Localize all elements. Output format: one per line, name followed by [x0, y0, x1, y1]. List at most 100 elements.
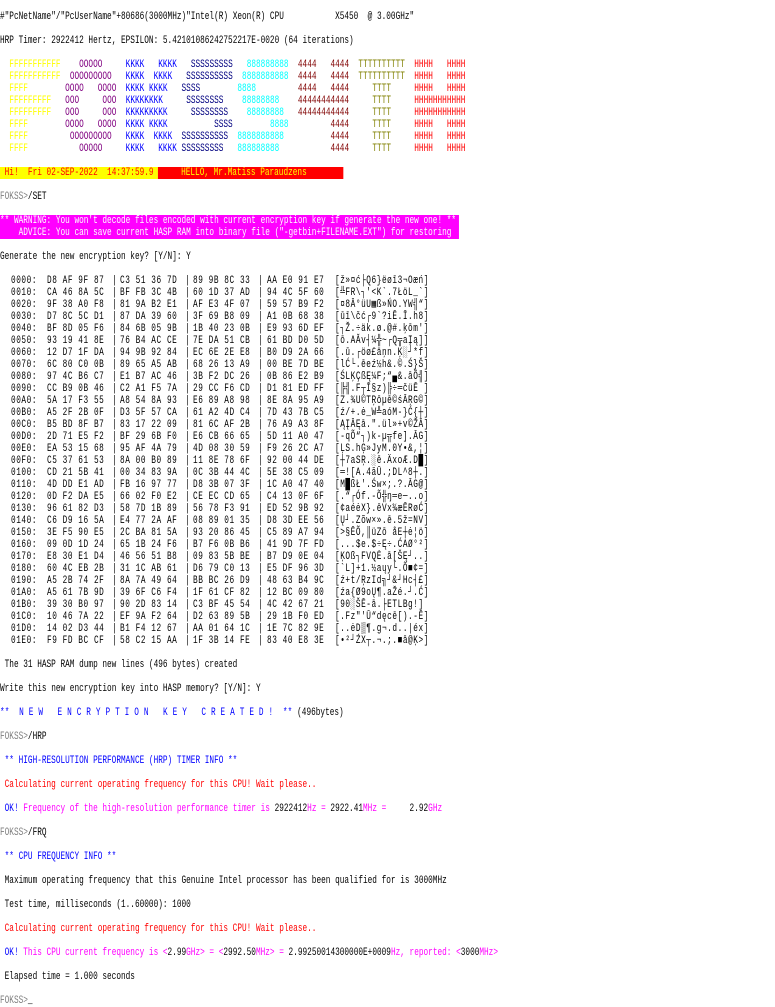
dump-row: 0050: 93 19 41 8E 76 B4 AC CE 7E DA 51 CB 61…: [0, 335, 775, 347]
banner-glyph: [349, 143, 372, 155]
key-created-banner: ** N E W E N C R Y P T I O N K E Y C R E…: [0, 707, 293, 719]
prompt-label: FOKSS>: [0, 995, 28, 1007]
banner-glyph: OOOOO: [79, 59, 103, 71]
banner-glyph: OOO: [102, 107, 117, 119]
mhz-value: 2992.50: [223, 947, 256, 959]
dump-hex-group: 2C BA 81 5A: [119, 527, 178, 539]
dump-separator: |: [111, 371, 118, 383]
banner-glyph: KKKK: [125, 119, 145, 131]
dump-row: 0020: 9F 38 A0 F8 81 9A B2 E1 AF E3 4F 07 59…: [0, 299, 775, 311]
banner-row: FFFF OOOOOOOOO KKKK KKKK SSSSSSSSSS 8888…: [0, 131, 775, 143]
dump-ascii: [`L]+1.½aųy└.Õ■¢=]: [334, 563, 429, 575]
dump-hex-group: 7D 43 7B C5: [266, 407, 325, 419]
banner-glyph: [177, 59, 191, 71]
dump-hex-group: 59 57 B9 F2: [266, 299, 325, 311]
dump-separator: |: [184, 503, 191, 515]
dump-separator: |: [111, 359, 118, 371]
dump-separator: |: [184, 539, 191, 551]
command-input-line[interactable]: FOKSS>_: [0, 995, 775, 1007]
banner-glyph: 4444: [330, 83, 350, 95]
dump-hex-group: 3B F2 DC 26: [192, 371, 251, 383]
banner-glyph: [116, 83, 125, 95]
dump-hex-group: 8E 8A 95 A9: [266, 395, 325, 407]
banner-row: FFFFFFFFFFF OOOOO KKKK KKKK SSSSSSSSS 88…: [0, 59, 775, 71]
dump-hex-group: D8 3B 07 3F: [192, 479, 251, 491]
dump-separator: |: [111, 491, 118, 503]
banner-glyph: KKKK: [125, 143, 145, 155]
prompt-label: FOKSS>: [0, 827, 28, 839]
dump-hex-group: 39 6F C6 F4: [119, 587, 178, 599]
dump-separator: |: [257, 479, 264, 491]
dump-offset: 0160:: [10, 539, 38, 551]
banner-glyph: [279, 143, 330, 155]
banner-glyph: [228, 131, 237, 143]
dump-hex-group: F9 26 2C A7: [266, 443, 325, 455]
banner-glyph: 4444: [330, 59, 350, 71]
dump-separator: |: [111, 599, 118, 611]
dump-ascii: [.Fz"'Ū“dęcē[).-Ē]: [334, 611, 429, 623]
dump-offset: 0100:: [10, 467, 38, 479]
dump-separator: |: [257, 623, 264, 635]
dump-hex-group: 46 56 51 B8: [119, 551, 178, 563]
dump-hex-group: D7 8C 5C D1: [46, 311, 105, 323]
dump-separator: |: [257, 383, 264, 395]
dump-separator: |: [257, 539, 264, 551]
dump-hex-group: C3 51 36 7D: [119, 275, 178, 287]
banner-glyph: OOOOO: [79, 143, 103, 155]
dump-offset: 0090:: [10, 383, 38, 395]
banner-glyph: [102, 59, 125, 71]
dump-hex-group: B0 D9 2A 66: [266, 347, 325, 359]
dump-ascii: [ĄĮĀĘā.".ül»+v©ŽĀ]: [334, 419, 429, 431]
banner-glyph: [391, 83, 414, 95]
banner-glyph: TTTT: [372, 143, 391, 155]
dump-offset: 0010:: [10, 287, 38, 299]
dump-separator: |: [184, 395, 191, 407]
dump-ascii: [┼7aSŖ.░ē.ÄxoÆ.D█]: [334, 455, 429, 467]
console-window[interactable]: #"PcNetName"/"PcUserName"+80686(3000MHz)…: [0, 0, 775, 1007]
dump-separator: |: [184, 515, 191, 527]
dump-separator: |: [257, 503, 264, 515]
banner-glyph: KKKK: [153, 131, 173, 143]
result-label: Frequency of the high-resolution perform…: [18, 803, 275, 815]
dump-separator: |: [257, 275, 264, 287]
text-cursor[interactable]: _: [28, 995, 33, 1007]
banner-glyph: 4444: [297, 83, 317, 95]
banner-glyph: [433, 59, 447, 71]
banner-glyph: [102, 143, 125, 155]
dump-separator: |: [111, 275, 118, 287]
dump-hex-group: 76 A9 A3 8F: [266, 419, 325, 431]
dump-hex-group: C2 A1 F5 7A: [119, 383, 178, 395]
mhz-value: 2922.41: [330, 803, 364, 815]
dump-separator: |: [111, 443, 118, 455]
banner-glyph: [79, 95, 102, 107]
dump-row: 0120: 0D F2 DA E5 66 02 F0 E2 CE EC CD 65 C4…: [0, 491, 775, 503]
banner-glyph: KKKK: [158, 143, 177, 155]
banner-glyph: HHHH: [446, 131, 466, 143]
banner-glyph: TTTT: [372, 131, 391, 143]
banner-glyph: [168, 119, 215, 131]
dump-separator: |: [184, 563, 191, 575]
banner-glyph: HHHH: [446, 143, 466, 155]
banner-glyph: 4444: [297, 59, 317, 71]
dump-offset: 0000:: [10, 275, 38, 287]
dump-hex-group: 5E 38 C5 09: [266, 467, 325, 479]
dump-hex-group: 1F 61 CF 82: [192, 587, 251, 599]
dump-separator: |: [111, 419, 118, 431]
dump-hex-group: D8 3D EE 56: [266, 515, 325, 527]
banner-glyph: 4444: [330, 119, 350, 131]
command-line-set: FOKSS>/SET: [0, 191, 775, 203]
dump-ascii: [ō.AĂv┤¼╬~┌Q╦aĮą]]: [334, 335, 429, 347]
dump-hex-group: 58 7D 1B 89: [119, 503, 178, 515]
reported-unit: MHz>: [479, 947, 498, 959]
dump-separator: |: [257, 467, 264, 479]
dump-separator: |: [257, 287, 264, 299]
banner-glyph: HHHH: [414, 71, 433, 83]
banner-glyph: [349, 83, 372, 95]
banner-glyph: KKKK: [153, 71, 173, 83]
dump-hex-group: D2 63 89 5B: [192, 611, 251, 623]
dump-ascii: [-qÕ“┐)k-µ╦fe].ĀG]: [334, 431, 429, 443]
dump-row: 01C0: 10 46 7A 22 EF 9A F2 64 D2 63 89 5B 29…: [0, 611, 775, 623]
dump-hex-group: 4D 08 30 59: [192, 443, 251, 455]
banner-glyph: [279, 95, 298, 107]
dump-separator: |: [184, 587, 191, 599]
